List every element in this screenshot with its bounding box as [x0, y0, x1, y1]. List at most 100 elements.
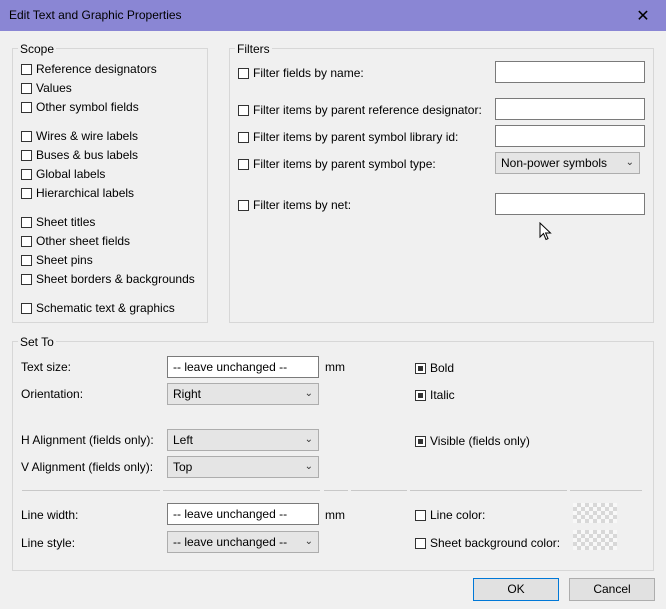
separator	[22, 490, 160, 491]
scope-hierarchical-labels[interactable]: Hierarchical labels	[21, 186, 134, 200]
chevron-down-icon: ⌄	[304, 461, 313, 472]
checkbox[interactable]	[21, 168, 32, 180]
filters-group	[229, 48, 654, 323]
checkbox-label: Filter items by net:	[253, 198, 352, 212]
filter-net-input[interactable]	[495, 193, 645, 215]
checkbox[interactable]	[21, 101, 32, 113]
scope-schematic-text[interactable]: Schematic text & graphics	[21, 301, 175, 315]
filter-ref-input[interactable]	[495, 98, 645, 120]
checkbox-label: Other sheet fields	[36, 234, 131, 248]
checkbox-label: Values	[36, 81, 72, 95]
checkbox-label: Schematic text & graphics	[36, 301, 175, 315]
checkbox[interactable]	[21, 216, 32, 228]
checkbox[interactable]	[415, 435, 426, 447]
filter-by-type-checkbox[interactable]: Filter items by parent symbol type:	[238, 157, 436, 171]
filters-label: Filters	[235, 42, 272, 56]
checkbox-label: Filter fields by name:	[253, 66, 364, 80]
checkbox[interactable]	[21, 149, 32, 161]
separator	[351, 490, 407, 491]
h-alignment-select[interactable]: Left ⌄	[167, 429, 319, 451]
line-color-checkbox[interactable]: Line color:	[415, 508, 485, 522]
h-alignment-label: H Alignment (fields only):	[21, 433, 154, 447]
checkbox[interactable]	[415, 362, 426, 374]
filter-type-select[interactable]: Non-power symbols ⌄	[495, 152, 640, 174]
close-button[interactable]: ✕	[620, 0, 666, 31]
checkbox[interactable]	[415, 509, 426, 521]
filter-by-net-checkbox[interactable]: Filter items by net:	[238, 198, 351, 212]
chevron-down-icon: ⌄	[304, 536, 313, 547]
separator	[163, 490, 320, 491]
set-to-label: Set To	[18, 335, 56, 349]
checkbox-label: Hierarchical labels	[36, 186, 135, 200]
orientation-label: Orientation:	[21, 387, 84, 401]
select-value: -- leave unchanged --	[173, 535, 288, 549]
v-alignment-label: V Alignment (fields only):	[21, 460, 154, 474]
checkbox[interactable]	[21, 82, 32, 94]
text-size-input[interactable]: -- leave unchanged --	[167, 356, 319, 378]
select-value: Left	[173, 433, 194, 447]
scope-values[interactable]: Values	[21, 81, 72, 95]
scope-sheet-titles[interactable]: Sheet titles	[21, 215, 95, 229]
checkbox-label: Italic	[430, 388, 455, 402]
orientation-select[interactable]: Right ⌄	[167, 383, 319, 405]
scope-other-sheet-fields[interactable]: Other sheet fields	[21, 234, 130, 248]
checkbox[interactable]	[415, 389, 426, 401]
checkbox-label: Global labels	[36, 167, 106, 181]
checkbox[interactable]	[238, 199, 249, 211]
checkbox[interactable]	[21, 130, 32, 142]
scope-sheet-borders[interactable]: Sheet borders & backgrounds	[21, 272, 195, 286]
checkbox-label: Bold	[430, 361, 455, 375]
line-width-unit: mm	[325, 508, 345, 522]
separator	[570, 490, 642, 491]
checkbox[interactable]	[21, 273, 32, 285]
filter-by-name-checkbox[interactable]: Filter fields by name:	[238, 66, 364, 80]
ok-button[interactable]: OK	[473, 578, 559, 601]
visible-checkbox[interactable]: Visible (fields only)	[415, 434, 530, 448]
filter-name-input[interactable]	[495, 61, 645, 83]
line-width-label: Line width:	[21, 508, 79, 522]
checkbox-label: Reference designators	[36, 62, 157, 76]
scope-global-labels[interactable]: Global labels	[21, 167, 105, 181]
title-bar: Edit Text and Graphic Properties ✕	[0, 0, 666, 31]
checkbox[interactable]	[238, 158, 249, 170]
cancel-button[interactable]: Cancel	[569, 578, 655, 601]
checkbox-label: Visible (fields only)	[430, 434, 530, 448]
italic-checkbox[interactable]: Italic	[415, 388, 455, 402]
checkbox-label: Filter items by parent reference designa…	[253, 103, 482, 117]
mouse-cursor-icon	[539, 222, 552, 241]
separator	[324, 490, 348, 491]
checkbox[interactable]	[238, 67, 249, 79]
checkbox-label: Filter items by parent symbol type:	[253, 157, 436, 171]
checkbox[interactable]	[238, 131, 249, 143]
checkbox[interactable]	[415, 537, 426, 549]
v-alignment-select[interactable]: Top ⌄	[167, 456, 319, 478]
sheet-bg-color-checkbox[interactable]: Sheet background color:	[415, 536, 560, 550]
line-color-swatch[interactable]	[573, 503, 617, 523]
checkbox[interactable]	[238, 104, 249, 116]
scope-other-symbol-fields[interactable]: Other symbol fields	[21, 100, 139, 114]
scope-reference-designators[interactable]: Reference designators	[21, 62, 157, 76]
bold-checkbox[interactable]: Bold	[415, 361, 454, 375]
checkbox-label: Wires & wire labels	[36, 129, 139, 143]
select-value: Non-power symbols	[501, 156, 608, 170]
select-value: Top	[173, 460, 193, 474]
filter-lib-input[interactable]	[495, 125, 645, 147]
checkbox[interactable]	[21, 302, 32, 314]
sheet-bg-color-swatch[interactable]	[573, 530, 617, 550]
select-value: Right	[173, 387, 202, 401]
checkbox[interactable]	[21, 235, 32, 247]
line-style-select[interactable]: -- leave unchanged -- ⌄	[167, 531, 319, 553]
close-icon: ✕	[636, 7, 650, 25]
filter-by-ref-checkbox[interactable]: Filter items by parent reference designa…	[238, 103, 482, 117]
checkbox[interactable]	[21, 187, 32, 199]
filter-by-lib-checkbox[interactable]: Filter items by parent symbol library id…	[238, 130, 458, 144]
line-width-input[interactable]: -- leave unchanged --	[167, 503, 319, 525]
scope-buses[interactable]: Buses & bus labels	[21, 148, 138, 162]
scope-wires[interactable]: Wires & wire labels	[21, 129, 138, 143]
chevron-down-icon: ⌄	[625, 157, 634, 168]
chevron-down-icon: ⌄	[304, 388, 313, 399]
checkbox[interactable]	[21, 254, 32, 266]
checkbox[interactable]	[21, 63, 32, 75]
line-style-label: Line style:	[21, 536, 76, 550]
scope-sheet-pins[interactable]: Sheet pins	[21, 253, 93, 267]
